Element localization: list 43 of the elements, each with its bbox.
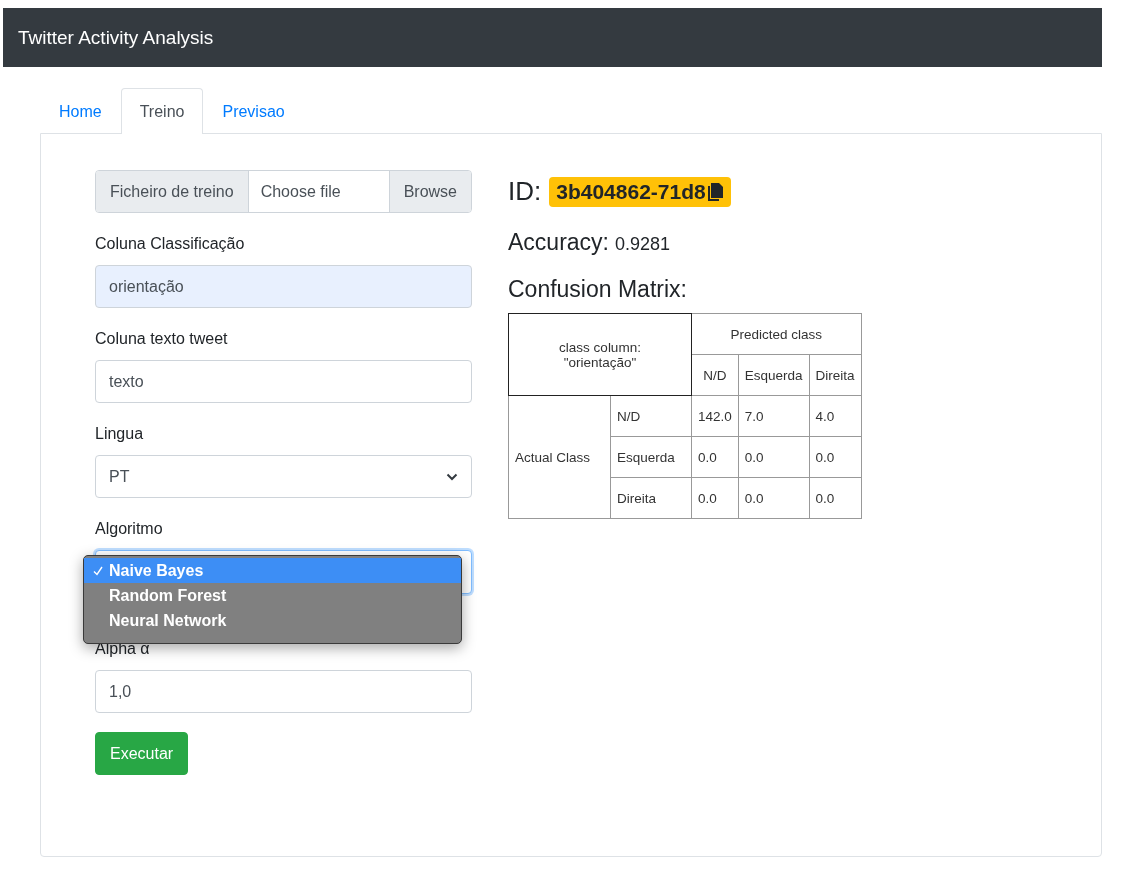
tab[interactable]: Previsao — [203, 88, 304, 134]
dropdown-option[interactable]: Random Forest — [84, 583, 461, 608]
table-cell: 4.0 — [809, 395, 862, 437]
id-label: ID: — [508, 176, 542, 207]
tab[interactable]: Treino — [120, 88, 204, 134]
table-cell: class column: "orientação" — [508, 313, 692, 396]
field-label: Lingua — [95, 425, 145, 443]
copy-icon[interactable] — [705, 181, 724, 202]
text-field[interactable]: texto — [95, 360, 472, 403]
accuracy-label: Accuracy: — [508, 229, 609, 256]
chevron-down-icon — [446, 472, 458, 481]
matrix-title: Confusion Matrix: — [508, 276, 687, 303]
text-field[interactable]: orientação — [95, 265, 472, 308]
field-label: Algoritmo — [95, 520, 164, 538]
table-cell: 0.0 — [691, 436, 739, 478]
tab[interactable]: Home — [40, 88, 121, 134]
table-header: N/D — [610, 395, 692, 437]
table-header: Direita — [610, 477, 692, 519]
table-header: N/D — [691, 354, 739, 396]
table-cell: 0.0 — [738, 436, 810, 478]
accuracy-value: 0.9281 — [615, 234, 671, 255]
table-cell: 0.0 — [809, 436, 862, 478]
dropdown-option[interactable]: Neural Network — [84, 608, 461, 633]
table-header: Esquerda — [610, 436, 692, 478]
checkmark-icon — [92, 565, 103, 576]
table-header: Actual Class — [508, 395, 611, 519]
table-header: Predicted class — [691, 313, 862, 355]
app-title[interactable]: Twitter Activity Analysis — [18, 26, 214, 49]
select-field[interactable]: PT — [95, 455, 472, 498]
table-cell: 7.0 — [738, 395, 810, 437]
table-header: Direita — [809, 354, 862, 396]
browse-button[interactable]: Browse — [388, 171, 471, 212]
table-cell: 0.0 — [691, 477, 739, 519]
table-cell: 0.0 — [738, 477, 810, 519]
file-input[interactable]: Ficheiro de treino Choose file Browse — [95, 170, 472, 213]
file-input-label: Ficheiro de treino — [96, 171, 249, 212]
table-header: Esquerda — [738, 354, 810, 396]
field-label: Coluna Classificação — [95, 235, 246, 253]
table-cell: 142.0 — [691, 395, 739, 437]
text-field[interactable]: 1,0 — [95, 670, 472, 713]
field-label: Coluna texto tweet — [95, 330, 229, 348]
id-badge[interactable]: 3b404862-71d8 — [549, 176, 731, 207]
table-cell: 0.0 — [809, 477, 862, 519]
